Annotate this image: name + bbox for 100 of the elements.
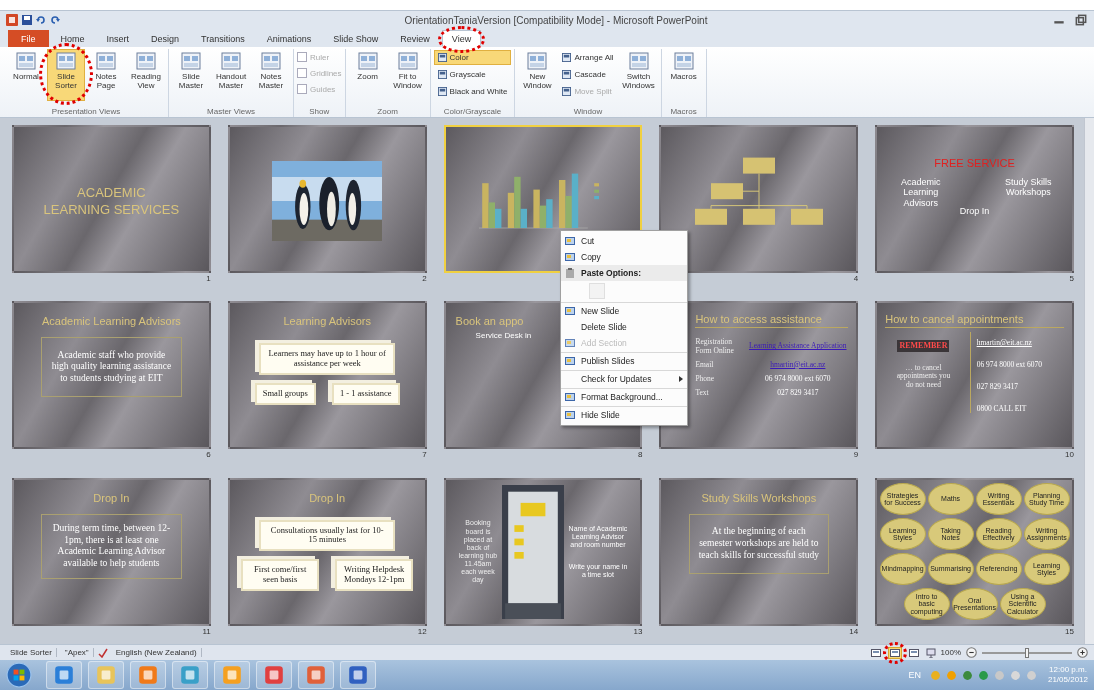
view-button[interactable]: [906, 646, 921, 659]
zoom-in-icon[interactable]: [1077, 647, 1088, 658]
slide-thumbnail[interactable]: Academic Learning Advisors Academic staff who provide high quality learning assistance to students studying at EIT: [12, 301, 211, 450]
group-label: Master Views: [206, 107, 256, 117]
ribbon-button[interactable]: Notes Page: [87, 49, 125, 101]
app-icon: [305, 664, 327, 686]
ribbon-tab[interactable]: File: [8, 30, 49, 47]
slide-number: 10: [1065, 449, 1074, 462]
view-button[interactable]: [868, 646, 883, 659]
slide-title: Academic Learning Advisors: [42, 315, 181, 328]
slide-number: 5: [1069, 273, 1074, 285]
slide-thumbnail[interactable]: [875, 477, 1074, 626]
zoom-out-icon[interactable]: [966, 647, 977, 658]
taskbar-button[interactable]: [130, 661, 166, 689]
org-box: [710, 183, 743, 200]
ribbon-tab[interactable]: Insert: [96, 30, 140, 47]
window-icon: [908, 648, 919, 657]
ribbon-button[interactable]: Arrange All: [558, 50, 618, 65]
undo-icon[interactable]: [36, 15, 46, 25]
ribbon-button[interactable]: New Window: [518, 49, 557, 101]
zoom-level[interactable]: 100%: [940, 648, 961, 657]
slide-number: 13: [633, 625, 643, 638]
taskbar-button[interactable]: [256, 661, 292, 689]
taskbar-button[interactable]: [46, 661, 82, 689]
text-box: During term time, between 12-1pm, there is at least one Academic Learning Advisor available to help students: [41, 513, 182, 580]
window-icon: [889, 648, 900, 657]
group-label: Color/Grayscale: [442, 107, 503, 117]
tray-icon[interactable]: [961, 669, 973, 681]
slider-thumb[interactable]: [1025, 647, 1029, 658]
scrollbar[interactable]: [1084, 118, 1094, 644]
redo-icon[interactable]: [50, 15, 60, 25]
slide-number: 2: [422, 273, 427, 285]
ribbon-button[interactable]: Zoom: [348, 49, 387, 101]
slide-thumbnail[interactable]: [227, 125, 427, 273]
ribbon-button[interactable]: Slide Sorter: [47, 49, 85, 101]
ribbon-tab[interactable]: Animations: [256, 30, 322, 47]
menu-item[interactable]: Copy: [561, 249, 687, 265]
ribbon-tab[interactable]: Transitions: [191, 30, 255, 47]
diagram-label: Study Skills Workshops: [1004, 177, 1053, 200]
taskbar-button[interactable]: [172, 661, 208, 689]
menu-item[interactable]: Hide Slide: [561, 406, 687, 423]
ribbon-button[interactable]: Color: [433, 50, 512, 65]
legend-swatch: [594, 183, 599, 187]
window-icon: [397, 52, 418, 70]
slide-title: ACADEMIC LEARNING SERVICES: [43, 185, 180, 219]
slideshow-icon[interactable]: [925, 647, 936, 658]
slide-number: 9: [853, 449, 859, 462]
ribbon-tab[interactable]: View: [441, 30, 482, 47]
ribbon-button[interactable]: Fit to Window: [388, 49, 427, 101]
slide-thumbnail[interactable]: FREE SERVICE Academic Learning Advisors Study Skills Workshops Drop In: [875, 125, 1074, 273]
save-icon[interactable]: [22, 15, 32, 25]
ribbon-tab[interactable]: Slide Show: [323, 30, 389, 47]
menu-item[interactable]: Format Background...: [561, 388, 687, 405]
group-label: Zoom: [376, 107, 399, 117]
tray-icon[interactable]: [977, 669, 989, 681]
start-button[interactable]: [6, 662, 32, 688]
app-icon: [53, 664, 75, 686]
slide-icon: [565, 410, 575, 420]
menu-item[interactable]: Publish Slides: [561, 352, 687, 369]
window-icon: [357, 52, 378, 70]
slide-thumbnail[interactable]: Study Skills Workshops At the beginning of each semester workshops are held to teach skills for successful study: [659, 477, 859, 626]
ribbon-button[interactable]: Macros: [664, 49, 703, 101]
org-box: [790, 208, 823, 225]
menu-item[interactable]: Cut: [561, 233, 687, 249]
slide-thumbnail[interactable]: Drop In Consultations usually last for 10-15 minutes First come/first seen basis Writing Helpdesk Mondays 12-1pm: [227, 477, 427, 626]
window-icon: [437, 70, 447, 79]
menu-item[interactable]: Check for Updates: [561, 370, 687, 387]
ribbon-button[interactable]: Black and White: [433, 84, 512, 99]
taskbar-button[interactable]: [340, 661, 376, 689]
window-icon: [136, 52, 156, 70]
ribbon-button[interactable]: Handout Master: [212, 49, 250, 101]
spell-check-icon[interactable]: [97, 647, 108, 658]
ribbon-button[interactable]: Switch Windows: [619, 49, 658, 101]
slide-thumbnail[interactable]: Drop In During term time, between 12-1pm, there is at least one Academic Learning Advisor available to help students: [12, 477, 211, 626]
window-icon: [16, 52, 36, 70]
menu-item[interactable]: New Slide: [561, 302, 687, 319]
ribbon-button[interactable]: Grayscale: [433, 67, 512, 82]
ribbon-button[interactable]: Cascade: [558, 67, 618, 82]
restore-icon[interactable]: [1074, 14, 1088, 26]
ribbon-tab[interactable]: Design: [141, 30, 190, 47]
view-button[interactable]: [887, 646, 902, 659]
text-card: 1 - 1 assistance: [331, 382, 400, 405]
window-icon: [221, 52, 241, 70]
ribbon-button[interactable]: Reading View: [127, 49, 165, 101]
slide-thumbnail[interactable]: Learning Advisors Learners may have up to 1 hour of assistance per week Small groups 1 - 1 assistance: [227, 301, 427, 450]
group-label: Window: [572, 107, 604, 117]
slide-icon: [565, 356, 575, 366]
ribbon-button[interactable]: Notes Master: [252, 49, 290, 101]
slide-thumbnail[interactable]: [659, 125, 859, 273]
window-title: OrientationTaniaVersion [Compatibility Mode] - Microsoft PowerPoint: [403, 14, 709, 26]
ribbon-tab[interactable]: Review: [390, 30, 440, 47]
taskbar-button[interactable]: [298, 661, 334, 689]
checkbox-label: Guides: [310, 84, 336, 94]
slide-title: Drop In: [309, 491, 346, 504]
ribbon-button[interactable]: Normal: [7, 49, 45, 101]
slide-icon: [565, 252, 575, 262]
ribbon-tab[interactable]: Home: [50, 30, 95, 47]
diagram-label: Drop In: [959, 206, 990, 217]
legend-swatch: [594, 196, 599, 200]
ribbon-button[interactable]: Slide Master: [172, 49, 210, 101]
